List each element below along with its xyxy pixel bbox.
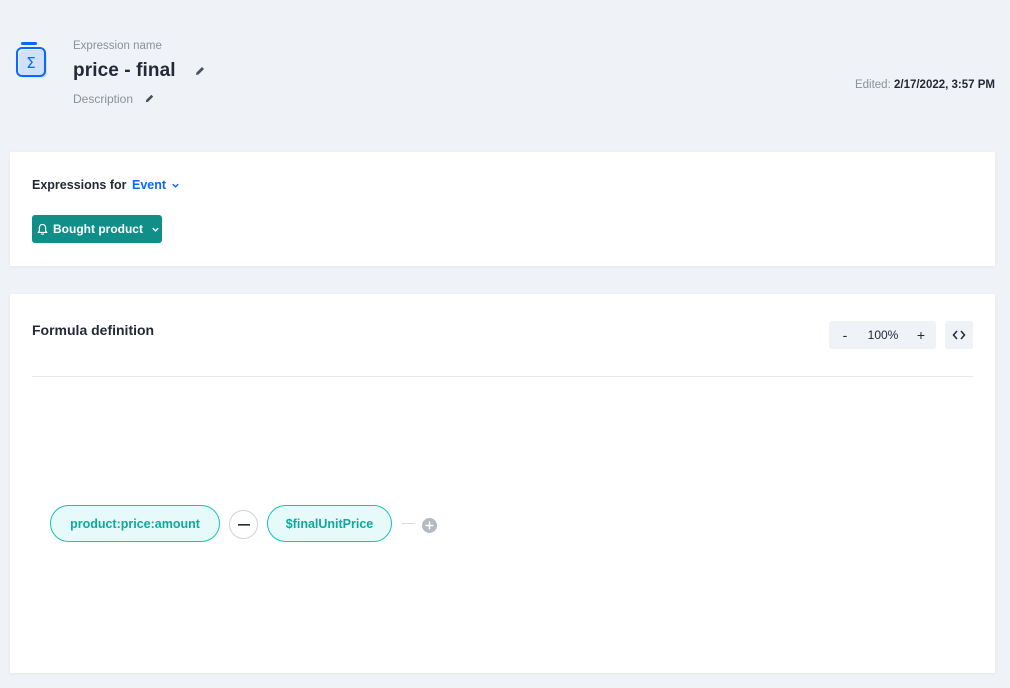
- event-select-label: Bought product: [53, 222, 143, 236]
- bell-icon: [37, 223, 48, 235]
- chevron-down-icon: [152, 227, 159, 232]
- edit-title-pencil-icon[interactable]: [193, 64, 207, 78]
- operand-left-pill[interactable]: product:price:amount: [50, 505, 220, 542]
- zoom-level: 100%: [867, 328, 899, 342]
- operand-right-pill[interactable]: $finalUnitPrice: [267, 505, 392, 542]
- edited-timestamp: Edited: 2/17/2022, 3:57 PM: [855, 79, 995, 91]
- event-select-button[interactable]: Bought product: [32, 215, 162, 243]
- code-view-button[interactable]: [945, 321, 973, 349]
- code-icon: [952, 330, 966, 340]
- divider: [32, 376, 973, 377]
- formula-title: Formula definition: [32, 322, 155, 338]
- minus-icon: [237, 523, 250, 526]
- expression-title: price - final: [73, 60, 176, 81]
- expressions-card: Expressions for Event Bought product: [10, 152, 995, 266]
- chevron-down-icon: [172, 183, 179, 188]
- plus-icon: [425, 521, 434, 530]
- zoom-in-button[interactable]: +: [915, 327, 927, 343]
- minus-operator-button[interactable]: [229, 510, 258, 539]
- expression-type-dropdown[interactable]: Event: [132, 178, 180, 192]
- connector-line: [402, 523, 415, 524]
- add-operand-button[interactable]: [422, 518, 437, 533]
- edit-description-pencil-icon[interactable]: [143, 92, 156, 105]
- expressions-for-label: Expressions for: [32, 178, 127, 192]
- svg-text:Σ: Σ: [26, 54, 35, 72]
- sigma-icon: Σ: [16, 41, 50, 81]
- edited-value: 2/17/2022, 3:57 PM: [893, 79, 995, 91]
- description-label[interactable]: Description: [73, 92, 133, 106]
- edited-prefix: Edited:: [854, 79, 891, 91]
- expression-type-value: Event: [132, 178, 167, 192]
- expression-header: Σ Expression name price - final Descript…: [0, 0, 1010, 130]
- formula-definition-card: Formula definition - 100% + product:pric…: [10, 294, 995, 673]
- zoom-control: - 100% +: [829, 321, 936, 349]
- expression-name-label: Expression name: [73, 40, 162, 52]
- zoom-out-button[interactable]: -: [839, 327, 851, 343]
